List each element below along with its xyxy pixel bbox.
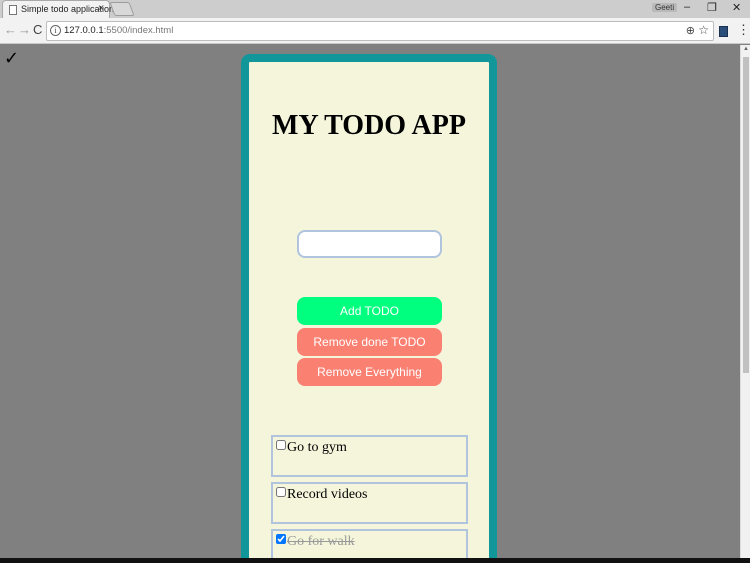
- todo-text: Go for walk: [287, 534, 355, 549]
- url-host: 127.0.0.1: [64, 25, 104, 36]
- bookmark-star-icon[interactable]: ☆: [698, 23, 709, 37]
- todo-item: Record videos: [271, 482, 468, 524]
- remove-everything-button[interactable]: Remove Everything: [297, 358, 442, 386]
- add-todo-button[interactable]: Add TODO: [297, 297, 442, 325]
- todo-text: Record videos: [287, 487, 368, 502]
- todo-list: Go to gym Record videos Go for walk: [271, 435, 468, 558]
- browser-menu-icon[interactable]: ⋮: [737, 22, 750, 38]
- info-icon[interactable]: i: [50, 25, 61, 36]
- todo-app-card: MY TODO APP Add TODO Remove done TODO Re…: [241, 54, 497, 558]
- address-bar[interactable]: i 127.0.0.1:5500/index.html ⊕ ☆: [46, 21, 714, 41]
- minimize-icon[interactable]: –: [684, 1, 690, 13]
- os-taskbar: [0, 558, 750, 563]
- close-window-icon[interactable]: ✕: [732, 1, 741, 14]
- extension-icon[interactable]: [719, 26, 728, 37]
- todo-checkbox[interactable]: [276, 487, 286, 497]
- page-viewport: ✓ MY TODO APP Add TODO Remove done TODO …: [0, 45, 740, 558]
- forward-icon[interactable]: →: [18, 22, 31, 37]
- page-scrollbar[interactable]: ▲: [740, 45, 750, 558]
- url-path: :5500/index.html: [103, 25, 174, 36]
- profile-badge[interactable]: Geeti: [652, 3, 678, 12]
- scroll-thumb[interactable]: [743, 57, 749, 373]
- new-tab-button[interactable]: [109, 2, 135, 16]
- page-icon: [9, 5, 17, 15]
- zoom-icon[interactable]: ⊕: [686, 24, 695, 37]
- scroll-up-icon[interactable]: ▲: [743, 46, 749, 52]
- back-icon[interactable]: ←: [4, 22, 17, 37]
- todo-item: Go for walk: [271, 529, 468, 558]
- todo-input[interactable]: [297, 230, 442, 258]
- browser-toolbar: ← → C i 127.0.0.1:5500/index.html ⊕ ☆ ⋮: [0, 18, 750, 44]
- url-text[interactable]: 127.0.0.1:5500/index.html: [64, 25, 173, 36]
- app-title: MY TODO APP: [272, 110, 466, 141]
- close-tab-icon[interactable]: ×: [98, 3, 104, 14]
- tab-simple-todo[interactable]: Simple todo application ×: [2, 0, 114, 18]
- todo-item: Go to gym: [271, 435, 468, 477]
- reload-icon[interactable]: C: [33, 22, 42, 37]
- checkmark-icon: ✓: [4, 48, 20, 69]
- todo-checkbox[interactable]: [276, 440, 286, 450]
- todo-checkbox[interactable]: [276, 534, 286, 544]
- remove-done-button[interactable]: Remove done TODO: [297, 328, 442, 356]
- tab-bar: Simple todo application × Geeti – ❐ ✕: [0, 0, 750, 18]
- restore-icon[interactable]: ❐: [707, 1, 717, 14]
- todo-text: Go to gym: [287, 440, 347, 455]
